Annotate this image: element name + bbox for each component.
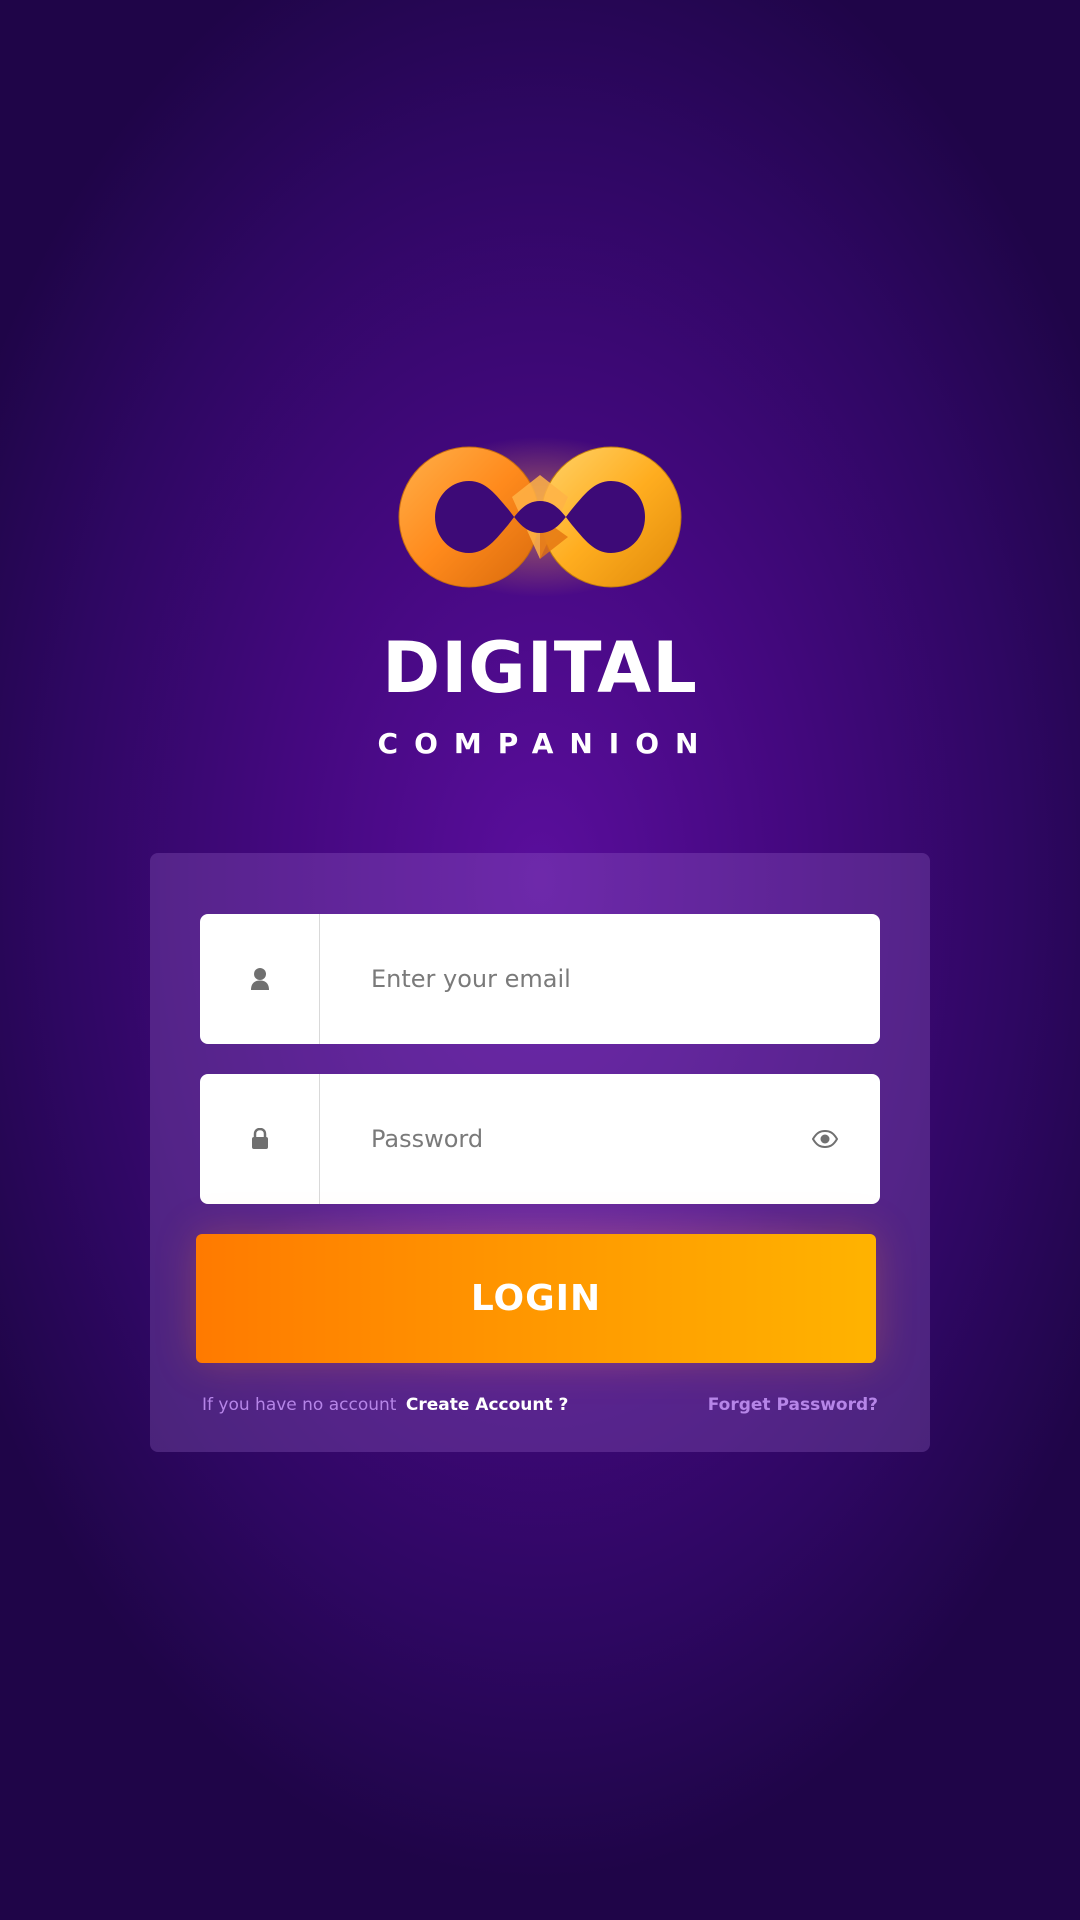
email-icon-box xyxy=(200,914,320,1044)
eye-icon xyxy=(812,1130,838,1148)
forget-password-link[interactable]: Forget Password? xyxy=(708,1392,878,1418)
create-account-link[interactable]: Create Account ? xyxy=(406,1395,569,1415)
login-footer: If you have no account Create Account ? … xyxy=(202,1392,878,1418)
password-field[interactable] xyxy=(200,1074,880,1204)
login-button[interactable]: LOGIN xyxy=(196,1234,876,1363)
infinity-logo-icon xyxy=(398,437,682,597)
no-account-text: If you have no account xyxy=(202,1395,397,1415)
password-icon-box xyxy=(200,1074,320,1204)
user-icon xyxy=(250,968,269,990)
brand-subtitle: COMPANION xyxy=(377,727,715,760)
email-field[interactable] xyxy=(200,914,880,1044)
brand-title: DIGITAL xyxy=(382,627,698,709)
password-input[interactable] xyxy=(321,1074,801,1204)
login-card: LOGIN If you have no account Create Acco… xyxy=(150,853,930,1452)
email-input[interactable] xyxy=(321,914,801,1044)
lock-icon xyxy=(251,1128,268,1149)
show-password-toggle[interactable] xyxy=(810,1124,840,1154)
